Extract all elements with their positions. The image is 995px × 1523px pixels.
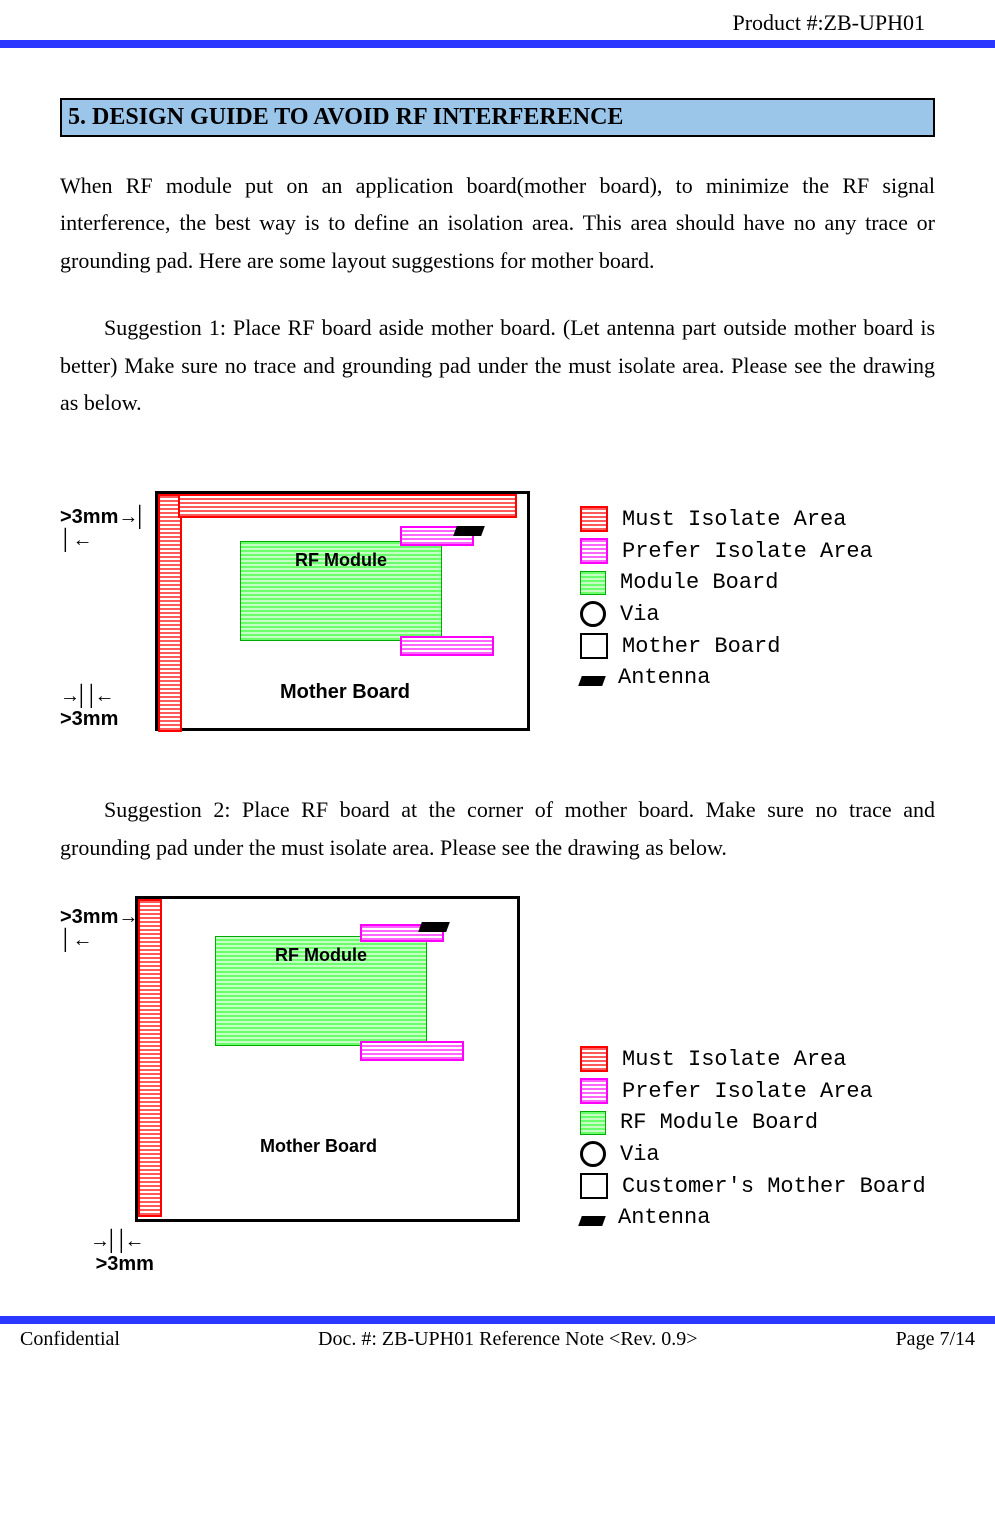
top-rule bbox=[0, 40, 995, 48]
rf-module-box-2: RF Module bbox=[215, 936, 427, 1046]
legend-via: Via bbox=[620, 1142, 660, 1167]
top-clearance-marker-2: >3mm→││← bbox=[60, 906, 143, 952]
legend-prefer: Prefer Isolate Area bbox=[622, 539, 873, 564]
bottom-clearance-marker: →│ │←>3mm bbox=[60, 685, 118, 731]
swatch-antenna-icon bbox=[578, 676, 606, 686]
swatch-prefer-icon bbox=[580, 538, 608, 564]
rf-module-box: RF Module bbox=[240, 541, 442, 641]
footer-center: Doc. #: ZB-UPH01 Reference Note <Rev. 0.… bbox=[318, 1328, 698, 1351]
swatch-must-icon bbox=[580, 506, 608, 532]
legend-2: Must Isolate Area Prefer Isolate Area RF… bbox=[580, 1046, 926, 1236]
legend-antenna: Antenna bbox=[618, 665, 710, 690]
swatch-antenna-icon bbox=[578, 1216, 606, 1226]
swatch-prefer-icon bbox=[580, 1078, 608, 1104]
legend-mother: Customer's Mother Board bbox=[622, 1174, 926, 1199]
legend-must: Must Isolate Area bbox=[622, 507, 846, 532]
swatch-via-icon bbox=[580, 601, 606, 627]
swatch-must-icon bbox=[580, 1046, 608, 1072]
legend-1: Must Isolate Area Prefer Isolate Area Mo… bbox=[580, 506, 873, 696]
section-title: 5. DESIGN GUIDE TO AVOID RF INTERFERENCE bbox=[60, 98, 935, 137]
top-clearance-marker: >3mm→││← bbox=[60, 506, 143, 552]
legend-prefer: Prefer Isolate Area bbox=[622, 1079, 873, 1104]
figure-2: >3mm→││← →│ │← >3mm RF Module Mother Boa… bbox=[60, 896, 935, 1276]
paragraph-sugg1: Suggestion 1: Place RF board aside mothe… bbox=[60, 309, 935, 421]
must-isolate-left-2 bbox=[138, 899, 162, 1217]
antenna-shape-2 bbox=[418, 922, 450, 932]
page-footer: Confidential Doc. #: ZB-UPH01 Reference … bbox=[0, 1324, 995, 1371]
swatch-module-icon bbox=[580, 1111, 606, 1135]
prefer-isolate-bottom-2 bbox=[360, 1041, 464, 1061]
must-isolate-left bbox=[158, 494, 182, 732]
legend-module: RF Module Board bbox=[620, 1110, 818, 1135]
product-header: Product #:ZB-UPH01 bbox=[60, 10, 935, 36]
footer-left: Confidential bbox=[20, 1328, 120, 1351]
must-isolate-top bbox=[178, 494, 517, 518]
figure-1: >3mm→││← →│ │←>3mm RF Module Mother Boar… bbox=[60, 451, 935, 751]
mother-board-label-2: Mother Board bbox=[260, 1136, 377, 1157]
swatch-mother-icon bbox=[580, 633, 608, 659]
diagram-1: >3mm→││← →│ │←>3mm RF Module Mother Boar… bbox=[60, 451, 530, 751]
antenna-shape bbox=[453, 526, 485, 536]
legend-must: Must Isolate Area bbox=[622, 1047, 846, 1072]
legend-via: Via bbox=[620, 602, 660, 627]
footer-right: Page 7/14 bbox=[896, 1328, 975, 1351]
legend-module: Module Board bbox=[620, 570, 778, 595]
paragraph-sugg2: Suggestion 2: Place RF board at the corn… bbox=[60, 791, 935, 866]
swatch-module-icon bbox=[580, 571, 606, 595]
bottom-clearance-marker-2: →│ │← >3mm bbox=[90, 1230, 154, 1276]
swatch-mother-icon bbox=[580, 1173, 608, 1199]
legend-antenna: Antenna bbox=[618, 1205, 710, 1230]
swatch-via-icon bbox=[580, 1141, 606, 1167]
prefer-isolate-bottom bbox=[400, 636, 494, 656]
paragraph-intro: When RF module put on an application boa… bbox=[60, 167, 935, 279]
legend-mother: Mother Board bbox=[622, 634, 780, 659]
diagram-2: >3mm→││← →│ │← >3mm RF Module Mother Boa… bbox=[60, 896, 530, 1276]
bottom-rule bbox=[0, 1316, 995, 1324]
mother-board-label: Mother Board bbox=[280, 681, 410, 704]
